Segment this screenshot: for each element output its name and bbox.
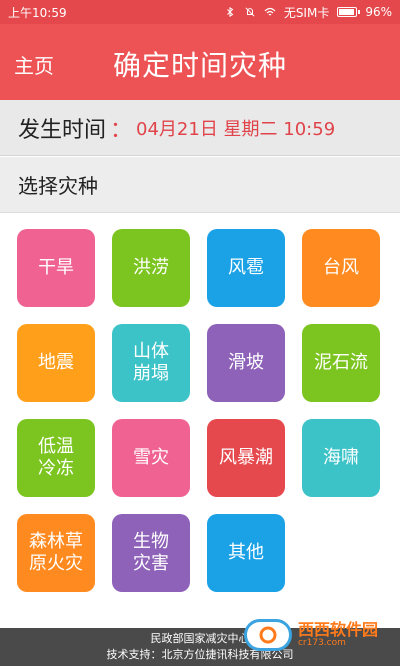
disaster-tile[interactable]: 干旱 bbox=[17, 229, 95, 307]
app-bar: 主页 确定时间灾种 bbox=[0, 24, 400, 100]
disaster-tile[interactable]: 海啸 bbox=[302, 419, 380, 497]
battery-icon bbox=[337, 7, 361, 17]
disaster-tile[interactable]: 其他 bbox=[207, 514, 285, 592]
bluetooth-icon bbox=[226, 7, 234, 17]
battery-percent: 96% bbox=[365, 5, 392, 19]
wifi-icon bbox=[264, 7, 276, 16]
disaster-tile[interactable]: 生物 灾害 bbox=[112, 514, 190, 592]
disaster-tile[interactable]: 台风 bbox=[302, 229, 380, 307]
occurrence-time-colon: ： bbox=[110, 117, 133, 143]
disaster-tile[interactable]: 低温 冷冻 bbox=[17, 419, 95, 497]
disaster-section-header: 选择灾种 bbox=[0, 157, 400, 213]
disaster-tile[interactable]: 风暴潮 bbox=[207, 419, 285, 497]
disaster-tile[interactable]: 洪涝 bbox=[112, 229, 190, 307]
disaster-tile[interactable]: 森林草 原火灾 bbox=[17, 514, 95, 592]
disaster-type-grid: 干旱 洪涝 风雹 台风地震 山体 崩塌 滑坡 泥石流低温 冷冻 雪灾 风暴潮 海啸森林草 原火灾生… bbox=[17, 229, 385, 592]
occurrence-time-label: 发生时间 bbox=[18, 117, 107, 143]
page-title: 确定时间灾种 bbox=[112, 49, 287, 82]
mute-icon bbox=[245, 7, 255, 17]
disaster-tile[interactable]: 山体 崩塌 bbox=[112, 324, 190, 402]
watermark: 西西软件园 cr173.com bbox=[243, 619, 378, 651]
disaster-tile[interactable]: 泥石流 bbox=[302, 324, 380, 402]
disaster-tile[interactable]: 滑坡 bbox=[207, 324, 285, 402]
watermark-logo-icon bbox=[243, 619, 292, 651]
disaster-tile[interactable]: 地震 bbox=[17, 324, 95, 402]
disaster-section-title: 选择灾种 bbox=[18, 174, 98, 198]
status-time: 上午10:59 bbox=[8, 5, 67, 20]
occurrence-time-row[interactable]: 发生时间 ： 04月21日 星期二 10:59 bbox=[0, 100, 400, 156]
disaster-tile[interactable]: 雪灾 bbox=[112, 419, 190, 497]
watermark-brand: 西西软件园 bbox=[297, 620, 378, 640]
watermark-site: cr173.com bbox=[297, 637, 346, 648]
status-bar: 上午10:59 无SIM卡 96% bbox=[0, 0, 400, 24]
sim-status: 无SIM卡 bbox=[283, 5, 330, 20]
disaster-tile[interactable]: 风雹 bbox=[207, 229, 285, 307]
occurrence-time-value[interactable]: 04月21日 星期二 10:59 bbox=[136, 115, 335, 141]
